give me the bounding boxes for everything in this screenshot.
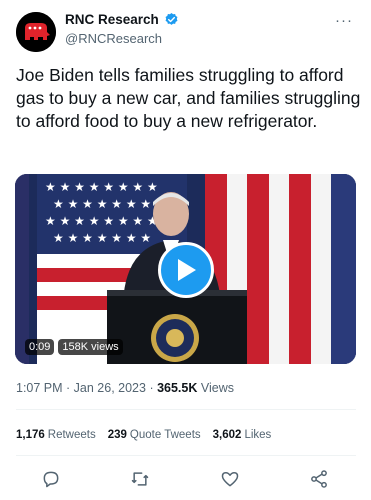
tweet-time[interactable]: 1:07 PM [16, 381, 63, 395]
tweet-meta: 1:07 PM · Jan 26, 2023 · 365.5K Views [16, 381, 234, 395]
svg-text:★ ★ ★ ★ ★ ★ ★: ★ ★ ★ ★ ★ ★ ★ [53, 197, 151, 211]
retweets-label: Retweets [47, 429, 96, 441]
account-name-row: RNC Research [65, 12, 179, 27]
quote-tweets-label: Quote Tweets [129, 429, 201, 441]
svg-text:★ ★ ★ ★ ★ ★ ★: ★ ★ ★ ★ ★ ★ ★ [53, 231, 151, 245]
like-button[interactable] [219, 468, 241, 490]
account-handle[interactable]: @RNCResearch [65, 31, 162, 46]
avatar[interactable] [16, 12, 56, 52]
likes-stat[interactable]: 3,602 Likes [213, 429, 272, 441]
share-icon [311, 470, 327, 488]
svg-text:★ ★ ★ ★ ★ ★ ★ ★: ★ ★ ★ ★ ★ ★ ★ ★ [45, 214, 158, 228]
engagement-stats: 1,176 Retweets 239 Quote Tweets 3,602 Likes [16, 429, 271, 441]
reply-icon [43, 471, 59, 488]
tweet-text: Joe Biden tells families struggling to a… [16, 65, 361, 131]
video-duration: 0:09 [25, 339, 55, 355]
likes-count: 3,602 [212, 429, 242, 441]
play-button[interactable] [158, 242, 214, 298]
likes-label: Likes [244, 429, 272, 441]
reply-button[interactable] [40, 468, 62, 490]
divider [16, 409, 356, 410]
gop-elephant-icon [16, 12, 56, 52]
retweets-count: 1,176 [16, 429, 45, 441]
video-views: 158K views [58, 339, 123, 355]
quote-tweets-count: 239 [107, 429, 127, 441]
action-bar [40, 468, 330, 490]
tweet-date[interactable]: Jan 26, 2023 [74, 381, 146, 395]
views-label: Views [197, 381, 234, 395]
divider [16, 455, 356, 456]
verified-badge-icon [165, 12, 178, 25]
more-options-icon[interactable]: ··· [335, 12, 353, 29]
video-badges: 0:09 158K views [25, 339, 123, 355]
retweet-button[interactable] [129, 468, 151, 490]
meta-separator: · [62, 381, 74, 395]
share-button[interactable] [308, 468, 330, 490]
retweets-stat[interactable]: 1,176 Retweets [16, 429, 96, 441]
like-icon [221, 472, 238, 487]
quote-tweets-stat[interactable]: 239 Quote Tweets [108, 429, 201, 441]
meta-separator: · [145, 381, 158, 395]
video-player[interactable]: ★ ★ ★ ★ ★ ★ ★ ★ ★ ★ ★ ★ ★ ★ ★ ★ ★ ★ ★ ★ … [15, 174, 356, 364]
retweet-icon [132, 472, 149, 486]
play-icon [178, 259, 196, 281]
views-count: 365.5K [157, 381, 198, 395]
svg-text:★ ★ ★ ★ ★ ★ ★ ★: ★ ★ ★ ★ ★ ★ ★ ★ [45, 180, 158, 194]
account-name[interactable]: RNC Research [65, 12, 159, 27]
